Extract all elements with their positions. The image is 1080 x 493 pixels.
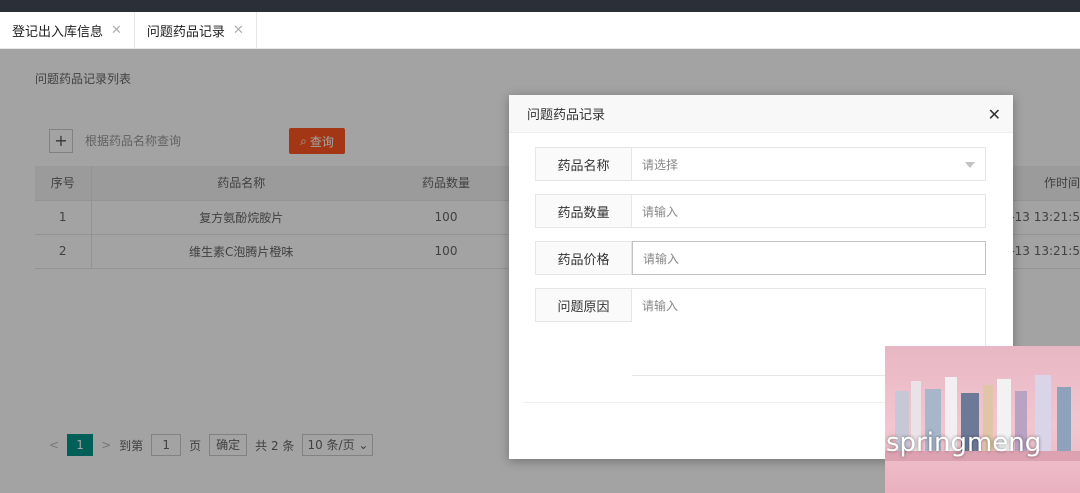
- webcam-overlay: [885, 346, 1080, 493]
- tab-bar: 登记出入库信息 ✕ 问题药品记录 ✕: [0, 12, 1080, 49]
- tab-problem-drug-records[interactable]: 问题药品记录 ✕: [134, 12, 257, 48]
- field-label: 药品价格: [535, 241, 632, 275]
- close-icon[interactable]: ✕: [988, 105, 1001, 124]
- select-placeholder: 请选择: [642, 157, 679, 172]
- close-icon[interactable]: ✕: [233, 23, 244, 38]
- field-label: 药品数量: [535, 194, 632, 228]
- form-row-drug-price: 药品价格 请输入: [535, 241, 986, 275]
- window-topbar: [0, 0, 1080, 12]
- drug-price-input[interactable]: 请输入: [632, 241, 986, 275]
- field-label: 药品名称: [535, 147, 632, 181]
- tab-inout-records[interactable]: 登记出入库信息 ✕: [0, 12, 135, 48]
- field-label: 问题原因: [535, 288, 632, 322]
- chevron-down-icon: [965, 162, 975, 168]
- tab-label: 问题药品记录: [146, 24, 225, 40]
- form-row-drug-quantity: 药品数量 请输入: [535, 194, 986, 228]
- tab-label: 登记出入库信息: [12, 24, 104, 40]
- wechat-icon: [840, 424, 880, 461]
- bookshelf-image: [1057, 387, 1071, 451]
- watermark: springmeng: [840, 424, 1041, 461]
- close-icon[interactable]: ✕: [111, 23, 122, 38]
- dialog-title: 问题药品记录: [527, 108, 606, 123]
- watermark-text: springmeng: [886, 427, 1042, 458]
- drug-quantity-input[interactable]: 请输入: [632, 194, 986, 228]
- dialog-header: 问题药品记录: [509, 95, 1013, 133]
- form-row-drug-name: 药品名称 请选择: [535, 147, 986, 181]
- drug-name-select[interactable]: 请选择: [632, 147, 986, 181]
